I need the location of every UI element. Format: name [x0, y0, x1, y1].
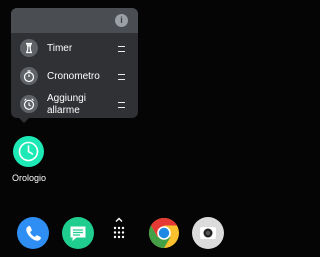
shortcut-add-alarm[interactable]: Aggiungi allarme	[11, 90, 138, 118]
app-label: Orologio	[11, 173, 47, 183]
shortcut-timer[interactable]: Timer	[11, 34, 138, 62]
hourglass-icon	[20, 39, 38, 57]
shortcut-stopwatch[interactable]: Cronometro	[11, 62, 138, 90]
messages-icon[interactable]	[62, 217, 94, 249]
shortcut-label: Cronometro	[47, 71, 100, 82]
info-icon[interactable]: i	[115, 14, 128, 27]
popup-caret	[19, 118, 29, 123]
phone-icon[interactable]	[17, 217, 49, 249]
alarm-clock-icon	[20, 95, 38, 113]
stopwatch-icon	[20, 67, 38, 85]
clock-icon	[13, 136, 44, 167]
app-drawer-icon[interactable]	[112, 216, 126, 242]
app-shortcuts-popup: i Timer Cronometro Aggiungi allarme	[11, 8, 138, 118]
chrome-icon[interactable]	[148, 217, 180, 249]
shortcut-label: Aggiungi allarme	[47, 93, 86, 116]
app-orologio[interactable]: Orologio	[4, 136, 54, 186]
shortcut-label: Timer	[47, 43, 73, 54]
drag-handle-icon[interactable]	[118, 74, 125, 80]
popup-header: i	[11, 8, 138, 33]
drag-handle-icon[interactable]	[118, 46, 125, 52]
camera-icon[interactable]	[192, 217, 224, 249]
drag-handle-icon[interactable]	[118, 102, 125, 108]
